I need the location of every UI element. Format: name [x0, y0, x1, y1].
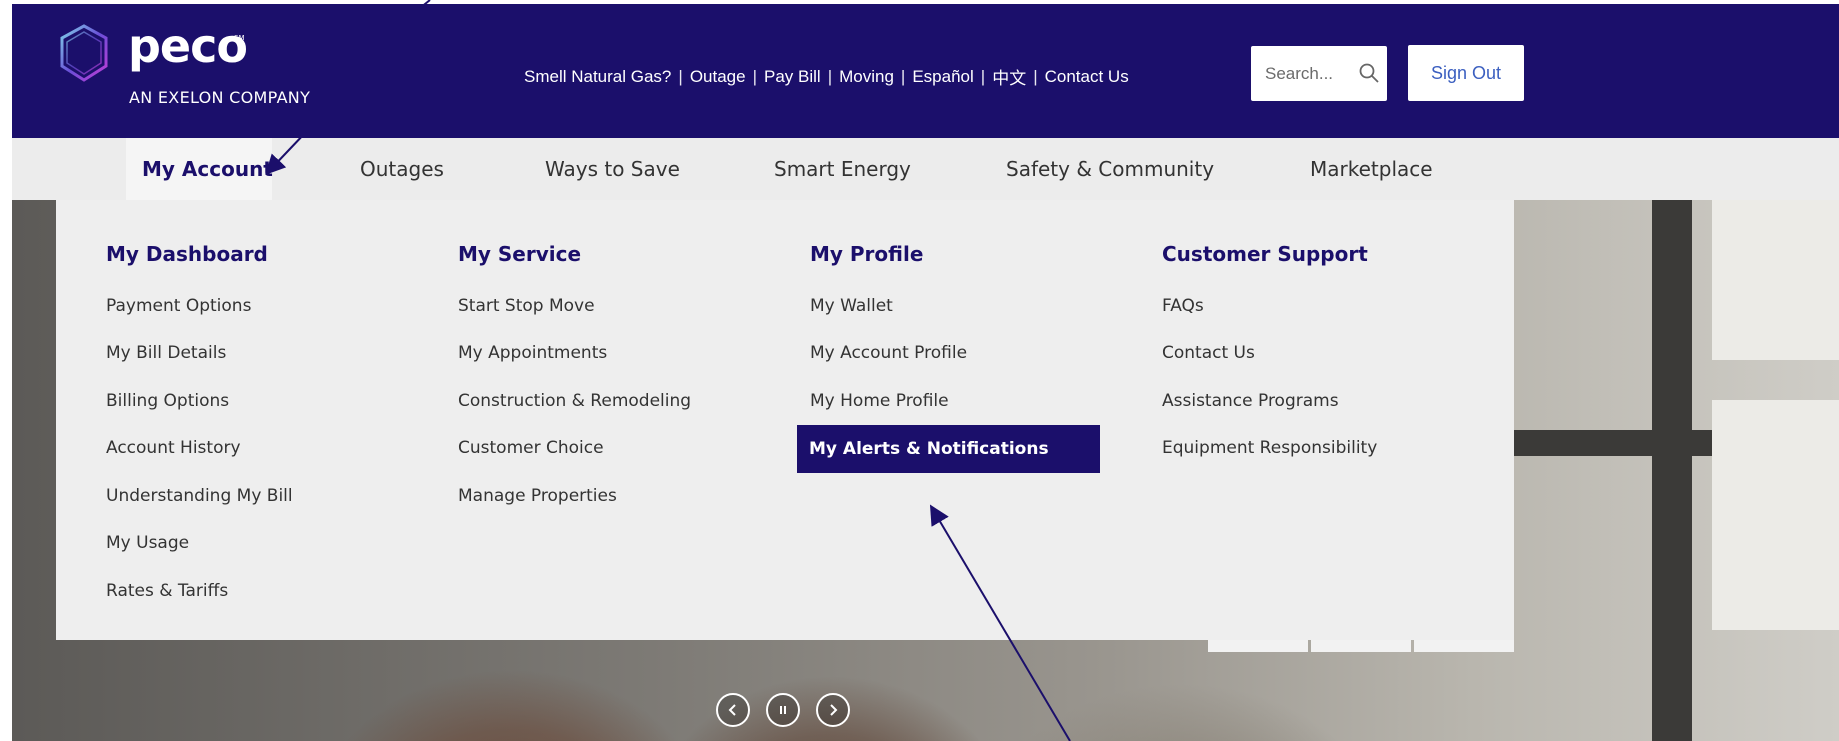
utility-link-outage[interactable]: Outage	[690, 67, 746, 87]
dropdown-link-payment-options[interactable]: Payment Options	[106, 296, 251, 316]
site-header: peco SM AN EXELON COMPANY Smell Natural …	[12, 4, 1839, 138]
utility-link-contact-us[interactable]: Contact Us	[1045, 67, 1129, 87]
dropdown-link-faqs[interactable]: FAQs	[1162, 296, 1204, 316]
my-account-dropdown: My Dashboard Payment Options My Bill Det…	[56, 200, 1514, 640]
dropdown-heading-my-service[interactable]: My Service	[458, 242, 581, 266]
utility-nav: Smell Natural Gas? | Outage | Pay Bill |…	[524, 64, 1129, 89]
nav-smart-energy[interactable]: Smart Energy	[774, 138, 911, 200]
main-nav: My Account Outages Ways to Save Smart En…	[12, 138, 1839, 200]
hero-tab	[1414, 640, 1514, 652]
utility-separator: |	[752, 66, 757, 86]
logo-tagline: AN EXELON COMPANY	[129, 88, 311, 107]
dropdown-link-customer-choice[interactable]: Customer Choice	[458, 438, 604, 458]
dropdown-link-assistance-programs[interactable]: Assistance Programs	[1162, 391, 1339, 411]
dropdown-heading-my-profile[interactable]: My Profile	[810, 242, 923, 266]
utility-link-pay-bill[interactable]: Pay Bill	[764, 67, 821, 87]
search-box	[1251, 46, 1387, 101]
dropdown-link-start-stop-move[interactable]: Start Stop Move	[458, 296, 595, 316]
utility-separator: |	[827, 66, 833, 86]
utility-link-smell-gas[interactable]: Smell Natural Gas?	[524, 67, 671, 87]
carousel-pause-button[interactable]	[766, 693, 800, 727]
logo-wordmark[interactable]: peco	[128, 18, 248, 74]
nav-ways-to-save[interactable]: Ways to Save	[545, 138, 680, 200]
utility-link-chinese[interactable]: 中文	[992, 64, 1026, 89]
nav-outages[interactable]: Outages	[360, 138, 444, 200]
dropdown-heading-customer-support[interactable]: Customer Support	[1162, 242, 1368, 266]
carousel-next-button[interactable]	[816, 693, 850, 727]
page-frame: peco SM AN EXELON COMPANY Smell Natural …	[12, 4, 1839, 741]
utility-separator: |	[980, 66, 986, 86]
nav-marketplace[interactable]: Marketplace	[1310, 138, 1433, 200]
dropdown-link-account-history[interactable]: Account History	[106, 438, 241, 458]
chevron-left-icon	[728, 704, 736, 716]
dropdown-link-my-appointments[interactable]: My Appointments	[458, 343, 607, 363]
dropdown-link-my-account-profile[interactable]: My Account Profile	[810, 343, 967, 363]
dropdown-link-construction-remodeling[interactable]: Construction & Remodeling	[458, 391, 691, 411]
hero-tab	[1208, 640, 1308, 652]
peco-logo-icon[interactable]	[56, 22, 112, 84]
utility-separator: |	[900, 66, 906, 86]
nav-my-account[interactable]: My Account	[126, 138, 273, 200]
hero-tab	[1311, 640, 1411, 652]
carousel-previous-button[interactable]	[716, 693, 750, 727]
utility-link-espanol[interactable]: Español	[912, 67, 973, 87]
utility-link-moving[interactable]: Moving	[839, 67, 894, 87]
dropdown-link-contact-us[interactable]: Contact Us	[1162, 343, 1255, 363]
dropdown-link-my-home-profile[interactable]: My Home Profile	[810, 391, 949, 411]
utility-separator: |	[1033, 66, 1038, 86]
dropdown-link-billing-options[interactable]: Billing Options	[106, 391, 229, 411]
chevron-right-icon	[830, 704, 838, 716]
dropdown-link-my-bill-details[interactable]: My Bill Details	[106, 343, 226, 363]
dropdown-link-rates-tariffs[interactable]: Rates & Tariffs	[106, 581, 228, 601]
logo-service-mark: SM	[234, 34, 245, 42]
dropdown-link-my-wallet[interactable]: My Wallet	[810, 296, 893, 316]
dropdown-link-manage-properties[interactable]: Manage Properties	[458, 486, 617, 506]
dropdown-link-my-usage[interactable]: My Usage	[106, 533, 189, 553]
sign-out-button[interactable]: Sign Out	[1408, 45, 1524, 101]
search-icon[interactable]	[1358, 62, 1380, 84]
pause-icon	[780, 706, 786, 714]
dropdown-heading-my-dashboard[interactable]: My Dashboard	[106, 242, 268, 266]
dropdown-link-equipment-responsibility[interactable]: Equipment Responsibility	[1162, 438, 1377, 458]
dropdown-link-understanding-my-bill[interactable]: Understanding My Bill	[106, 486, 293, 506]
utility-separator: |	[678, 66, 683, 86]
search-input[interactable]	[1265, 62, 1357, 86]
nav-safety-community[interactable]: Safety & Community	[1006, 138, 1214, 200]
dropdown-link-my-alerts-notifications[interactable]: My Alerts & Notifications	[797, 425, 1100, 473]
